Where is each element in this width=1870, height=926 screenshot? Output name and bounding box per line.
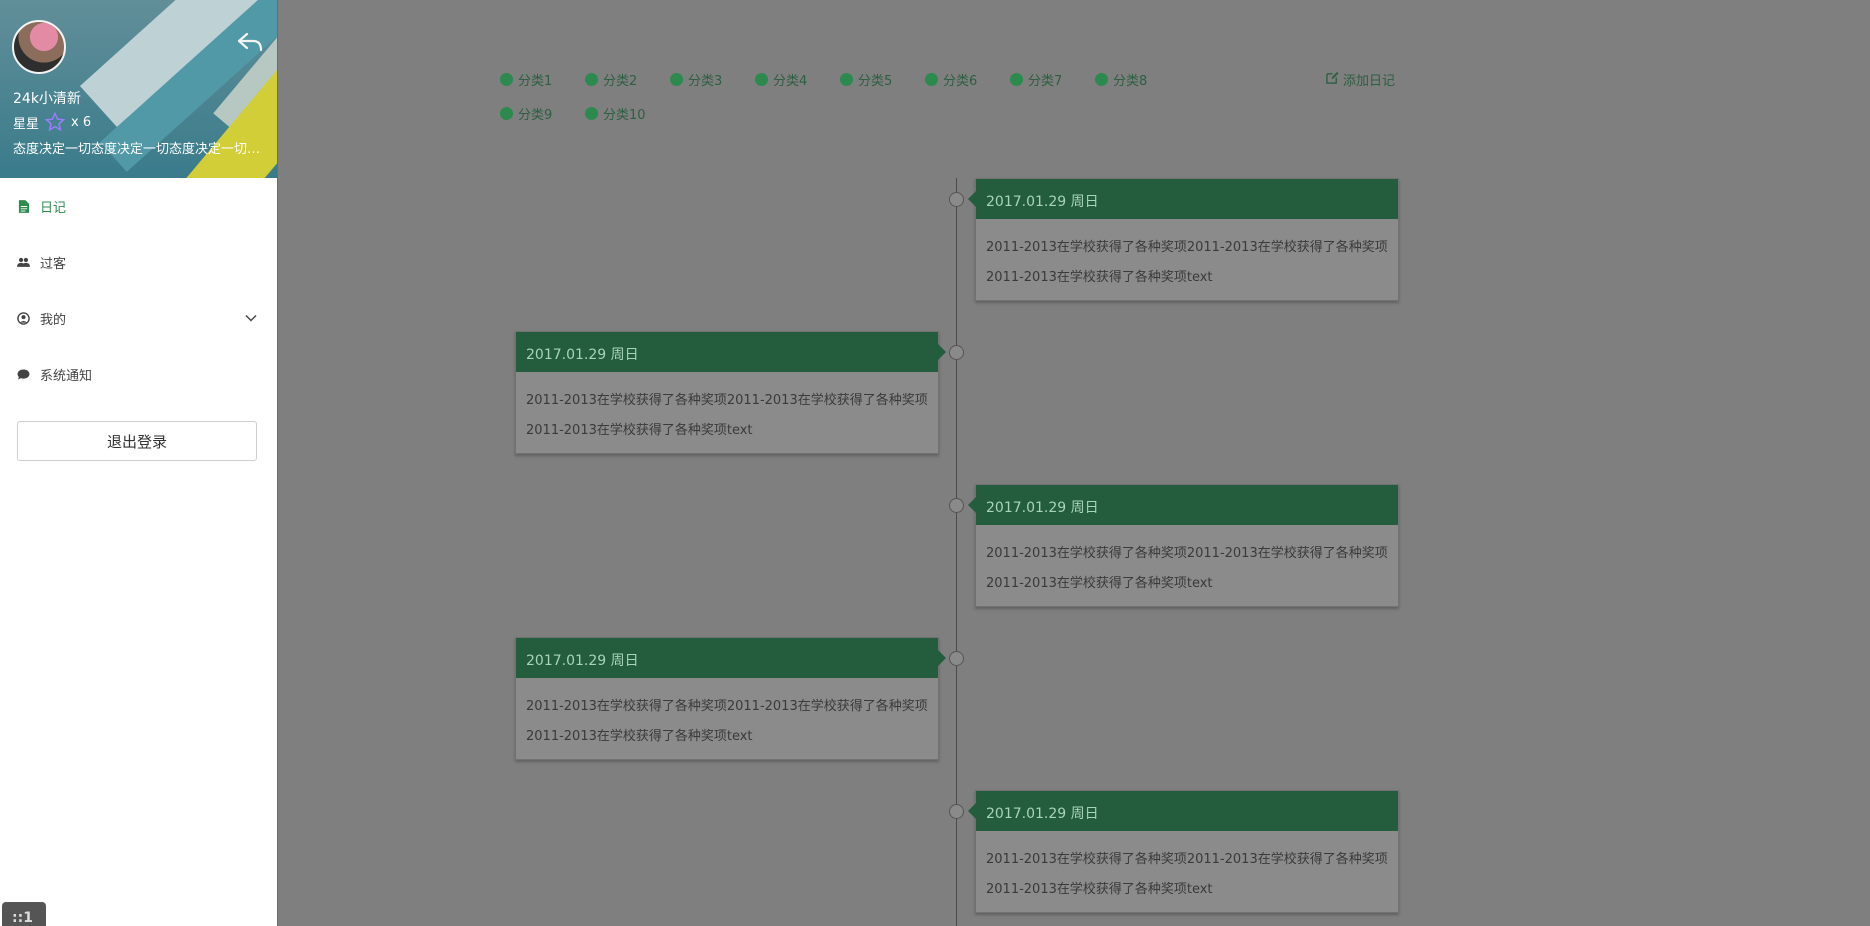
main-content: 分类1 分类2 分类3 分类4 分类5 分类6 分类7 分类8 分类9 分类10… xyxy=(278,0,1870,926)
profile-stars: 星星 x 6 xyxy=(13,111,92,132)
category-dot-icon xyxy=(585,107,598,120)
sidebar-nav: 日记 过客 我的 系统通知 xyxy=(0,178,277,402)
profile-name: 24k小清新 xyxy=(13,91,81,107)
comment-icon xyxy=(17,368,30,381)
category-label: 分类10 xyxy=(603,108,646,123)
category-dot-icon xyxy=(925,73,938,86)
category-item[interactable]: 分类9 xyxy=(500,104,552,123)
sidebar-item-label: 我的 xyxy=(40,312,67,328)
category-item[interactable]: 分类4 xyxy=(755,70,807,89)
card-pointer xyxy=(938,650,946,666)
timeline-node xyxy=(949,651,964,666)
category-dot-icon xyxy=(500,107,513,120)
category-item[interactable]: 分类7 xyxy=(1010,70,1062,89)
category-item[interactable]: 分类5 xyxy=(840,70,892,89)
category-dot-icon xyxy=(1095,73,1108,86)
star-icon xyxy=(44,111,66,132)
users-icon xyxy=(17,256,30,269)
diary-text: 2011-2013在学校获得了各种奖项2011-2013在学校获得了各种奖项20… xyxy=(526,699,928,744)
category-dot-icon xyxy=(670,73,683,86)
edit-icon xyxy=(1326,71,1339,88)
sidebar-item-label: 系统通知 xyxy=(40,368,93,384)
card-pointer xyxy=(968,803,976,819)
sidebar: 24k小清新 星星 x 6 态度决定一切态度决定一切态度决定一切态度决定一切态度… xyxy=(0,0,277,926)
diary-card[interactable]: 2017.01.29 周日 2011-2013在学校获得了各种奖项2011-20… xyxy=(968,484,1399,607)
file-icon xyxy=(17,199,30,213)
category-label: 分类3 xyxy=(688,74,723,89)
category-dot-icon xyxy=(500,73,513,86)
corner-badge: ::1 xyxy=(2,902,46,926)
category-dot-icon xyxy=(755,73,768,86)
diary-date: 2017.01.29 周日 xyxy=(516,332,938,372)
card-pointer xyxy=(938,344,946,360)
diary-text: 2011-2013在学校获得了各种奖项2011-2013在学校获得了各种奖项20… xyxy=(526,393,928,438)
diary-date: 2017.01.29 周日 xyxy=(976,791,1398,831)
category-label: 分类7 xyxy=(1028,74,1063,89)
category-item[interactable]: 分类1 xyxy=(500,70,552,89)
diary-card[interactable]: 2017.01.29 周日 2011-2013在学校获得了各种奖项2011-20… xyxy=(515,331,946,454)
add-diary-link[interactable]: 添加日记 xyxy=(1326,70,1395,89)
card-pointer xyxy=(968,191,976,207)
stars-label: 星星 xyxy=(13,116,40,132)
category-item[interactable]: 分类10 xyxy=(585,104,646,123)
diary-text: 2011-2013在学校获得了各种奖项2011-2013在学校获得了各种奖项20… xyxy=(986,546,1388,591)
diary-text: 2011-2013在学校获得了各种奖项2011-2013在学校获得了各种奖项20… xyxy=(986,240,1388,285)
category-label: 分类8 xyxy=(1113,74,1148,89)
profile-header: 24k小清新 星星 x 6 态度决定一切态度决定一切态度决定一切态度决定一切态度… xyxy=(0,0,277,178)
diary-date: 2017.01.29 周日 xyxy=(516,638,938,678)
category-dot-icon xyxy=(585,73,598,86)
sidebar-item-mine[interactable]: 我的 xyxy=(0,290,277,346)
diary-card[interactable]: 2017.01.29 周日 2011-2013在学校获得了各种奖项2011-20… xyxy=(968,790,1399,913)
diary-date: 2017.01.29 周日 xyxy=(976,485,1398,525)
category-item[interactable]: 分类6 xyxy=(925,70,977,89)
diary-card[interactable]: 2017.01.29 周日 2011-2013在学校获得了各种奖项2011-20… xyxy=(515,637,946,760)
avatar[interactable] xyxy=(12,20,66,74)
sidebar-item-label: 日记 xyxy=(40,200,67,216)
sidebar-item-visitors[interactable]: 过客 xyxy=(0,234,277,290)
back-arrow-icon[interactable] xyxy=(237,32,263,52)
timeline-node xyxy=(949,804,964,819)
profile-motto: 态度决定一切态度决定一切态度决定一切态度决定一切态度决定一切 xyxy=(13,142,268,157)
category-label: 分类6 xyxy=(943,74,978,89)
stars-count: x 6 xyxy=(71,114,92,130)
add-diary-label: 添加日记 xyxy=(1343,74,1396,89)
diary-date: 2017.01.29 周日 xyxy=(976,179,1398,219)
category-label: 分类2 xyxy=(603,74,638,89)
timeline-node xyxy=(949,498,964,513)
diary-card[interactable]: 2017.01.29 周日 2011-2013在学校获得了各种奖项2011-20… xyxy=(968,178,1399,301)
category-item[interactable]: 分类3 xyxy=(670,70,722,89)
chevron-down-icon[interactable] xyxy=(245,312,257,324)
timeline-node xyxy=(949,192,964,207)
category-item[interactable]: 分类8 xyxy=(1095,70,1147,89)
category-label: 分类5 xyxy=(858,74,893,89)
timeline-node xyxy=(949,345,964,360)
category-item[interactable]: 分类2 xyxy=(585,70,637,89)
category-label: 分类4 xyxy=(773,74,808,89)
sidebar-item-diary[interactable]: 日记 xyxy=(0,178,277,234)
category-label: 分类9 xyxy=(518,108,553,123)
sidebar-item-notifications[interactable]: 系统通知 xyxy=(0,346,277,402)
sidebar-item-label: 过客 xyxy=(40,256,67,272)
category-label: 分类1 xyxy=(518,74,553,89)
category-dot-icon xyxy=(840,73,853,86)
diary-text: 2011-2013在学校获得了各种奖项2011-2013在学校获得了各种奖项20… xyxy=(986,852,1388,897)
card-pointer xyxy=(968,497,976,513)
logout-button[interactable]: 退出登录 xyxy=(17,421,257,461)
user-circle-icon xyxy=(17,311,30,325)
category-dot-icon xyxy=(1010,73,1023,86)
